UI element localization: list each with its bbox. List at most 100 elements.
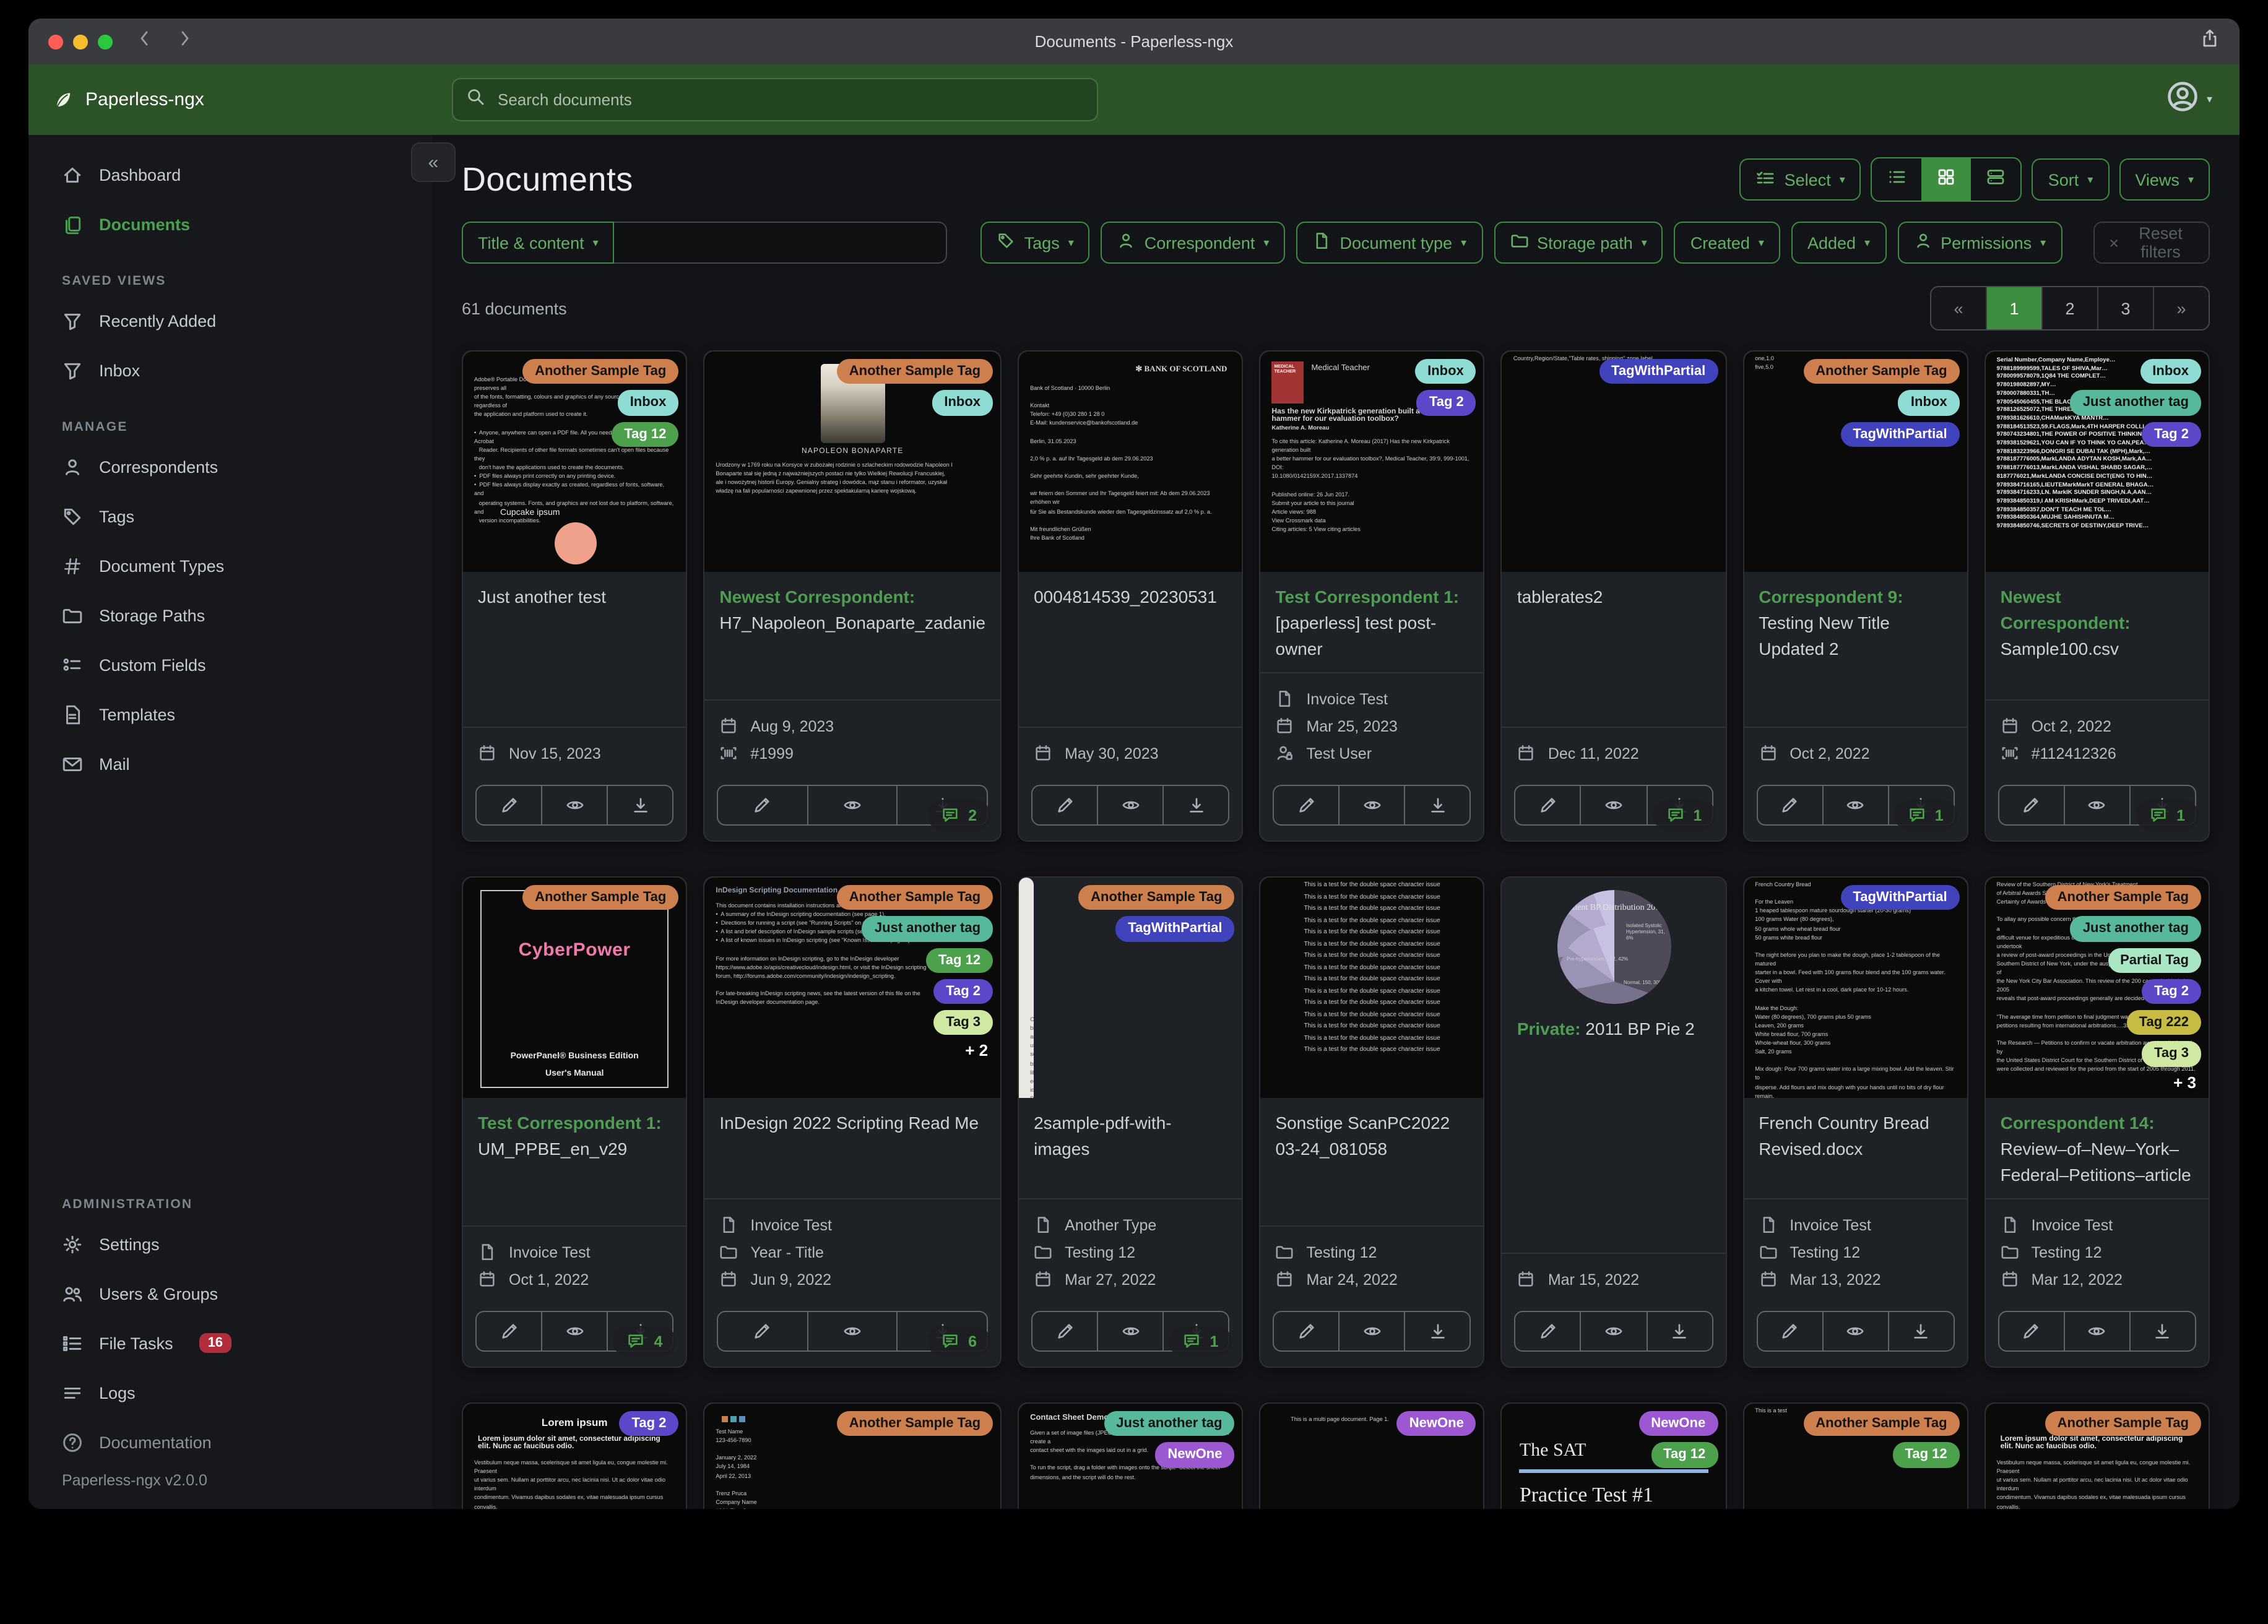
tag-pill-just-another-tag[interactable]: Just another tag: [862, 916, 993, 942]
edit-button[interactable]: [1997, 1311, 2065, 1352]
sidebar-item-inbox[interactable]: Inbox: [28, 345, 432, 395]
comment-count-badge[interactable]: 1: [1652, 800, 1716, 831]
sidebar-item-recently-added[interactable]: Recently Added: [28, 296, 432, 345]
document-thumbnail[interactable]: ✻ BANK OF SCOTLAND Bank of Scotland · 100…: [1019, 352, 1242, 572]
sidebar-collapse-button[interactable]: «: [411, 142, 456, 182]
tag-pill-partial-tag[interactable]: Partial Tag: [2108, 948, 2201, 973]
tag-pill-tag-2[interactable]: Tag 2: [2142, 421, 2201, 447]
download-button[interactable]: [1647, 1311, 1713, 1352]
preview-button[interactable]: [1340, 1311, 1406, 1352]
comment-count-badge[interactable]: 1: [2136, 800, 2199, 831]
pagination-last[interactable]: »: [2154, 287, 2209, 329]
back-icon[interactable]: [135, 28, 155, 54]
download-button[interactable]: [1164, 785, 1230, 826]
tag-pill-tagwithpartial[interactable]: TagWithPartial: [1599, 359, 1718, 384]
global-search[interactable]: [452, 78, 1098, 121]
tag-pill-tag-2[interactable]: Tag 2: [2142, 978, 2201, 1004]
sidebar-item-document-types[interactable]: Document Types: [28, 541, 432, 590]
document-title[interactable]: tablerates2: [1502, 572, 1725, 727]
tag-pill-inbox[interactable]: Inbox: [2140, 359, 2201, 384]
preview-button[interactable]: [1098, 1311, 1164, 1352]
preview-button[interactable]: [2064, 1311, 2131, 1352]
minimize-window-button[interactable]: [73, 34, 88, 49]
download-button[interactable]: [1405, 785, 1471, 826]
close-window-button[interactable]: [48, 34, 63, 49]
pagination-page-2[interactable]: 2: [2043, 287, 2098, 329]
download-button[interactable]: [2130, 1311, 2196, 1352]
sidebar-item-mail[interactable]: Mail: [28, 739, 432, 788]
document-thumbnail[interactable]: CyberPower PowerPanel® Business Edition Us…: [463, 878, 686, 1098]
sidebar-item-documentation[interactable]: Documentation: [28, 1417, 432, 1467]
tag-pill-just-another-tag[interactable]: Just another tag: [2070, 916, 2201, 942]
sidebar-item-storage-paths[interactable]: Storage Paths: [28, 590, 432, 640]
tag-pill-another-sample-tag[interactable]: Another Sample Tag: [522, 885, 679, 910]
filter-added-button[interactable]: Added ▾: [1791, 222, 1887, 264]
tag-pill-newone[interactable]: NewOne: [1155, 1442, 1235, 1468]
tag-pill-inbox[interactable]: Inbox: [932, 390, 993, 416]
document-thumbnail[interactable]: Patient BP Distribution 2011 Normal, 150,…: [1557, 890, 1671, 1004]
sidebar-item-dashboard[interactable]: Dashboard: [28, 150, 432, 199]
edit-button[interactable]: [1514, 1311, 1582, 1352]
views-button[interactable]: Views ▾: [2119, 158, 2210, 201]
tag-pill-tag-2[interactable]: Tag 2: [619, 1411, 679, 1436]
sidebar-item-users-groups[interactable]: Users & Groups: [28, 1269, 432, 1318]
document-title[interactable]: Sonstige ScanPC2022 03-24_081058: [1260, 1098, 1483, 1225]
tag-pill-another-sample-tag[interactable]: Another Sample Tag: [1803, 359, 1960, 384]
tag-pill-another-sample-tag[interactable]: Another Sample Tag: [836, 885, 993, 910]
edit-button[interactable]: [1273, 1311, 1340, 1352]
document-title[interactable]: Correspondent 9: Testing New Title Updat…: [1744, 572, 1967, 727]
title-content-input[interactable]: [614, 222, 948, 264]
preview-button[interactable]: [808, 1311, 898, 1352]
tag-pill-inbox[interactable]: Inbox: [1415, 359, 1476, 384]
preview-button[interactable]: [1098, 785, 1164, 826]
sidebar-item-documents[interactable]: Documents: [28, 199, 432, 249]
comment-count-badge[interactable]: 6: [927, 1326, 991, 1357]
tag-pill-tag-3[interactable]: Tag 3: [2142, 1041, 2201, 1067]
preview-button[interactable]: [1823, 1311, 1889, 1352]
tag-pill-tag-12[interactable]: Tag 12: [1892, 1442, 1960, 1468]
download-button[interactable]: [1405, 1311, 1471, 1352]
comment-count-badge[interactable]: 1: [1169, 1326, 1232, 1357]
zoom-window-button[interactable]: [98, 34, 113, 49]
tag-pill-another-sample-tag[interactable]: Another Sample Tag: [1803, 1411, 1960, 1436]
tag-pill-newone[interactable]: NewOne: [1638, 1411, 1718, 1436]
pagination-page-3[interactable]: 3: [2098, 287, 2154, 329]
document-title[interactable]: Test Correspondent 1: UM_PPBE_en_v29: [463, 1098, 686, 1225]
document-thumbnail[interactable]: Country,Region/State,"Table rates, shipp…: [1502, 352, 1726, 572]
sidebar-item-logs[interactable]: Logs: [28, 1368, 432, 1417]
tag-pill-just-another-tag[interactable]: Just another tag: [2070, 390, 2201, 416]
document-thumbnail[interactable]: Boundary Waters TripGoogle EarthCurabitu…: [1019, 878, 1034, 1098]
list-view-button[interactable]: [1872, 158, 1922, 201]
tag-pill-tag-12[interactable]: Tag 12: [1651, 1442, 1718, 1468]
filter-created-button[interactable]: Created ▾: [1674, 222, 1780, 264]
tag-pill-another-sample-tag[interactable]: Another Sample Tag: [1078, 885, 1235, 910]
tag-pill-another-sample-tag[interactable]: Another Sample Tag: [522, 359, 679, 384]
preview-button[interactable]: [1823, 785, 1889, 826]
download-button[interactable]: [1889, 1311, 1955, 1352]
edit-button[interactable]: [475, 1311, 543, 1352]
edit-button[interactable]: [1756, 1311, 1824, 1352]
pagination-page-1[interactable]: 1: [1987, 287, 2043, 329]
sidebar-item-custom-fields[interactable]: Custom Fields: [28, 640, 432, 689]
preview-button[interactable]: [542, 785, 608, 826]
document-title[interactable]: Test Correspondent 1: [paperless] test p…: [1260, 572, 1483, 672]
comment-count-badge[interactable]: 4: [613, 1326, 677, 1357]
user-menu[interactable]: ▾: [2167, 80, 2240, 119]
tag-pill-tag-12[interactable]: Tag 12: [612, 421, 679, 447]
sort-button[interactable]: Sort ▾: [2032, 158, 2110, 201]
preview-button[interactable]: [1581, 785, 1648, 826]
tag-pill-another-sample-tag[interactable]: Another Sample Tag: [2045, 885, 2201, 910]
document-title[interactable]: Correspondent 14: Review–of–New–York–Fed…: [1986, 1098, 2209, 1198]
pagination-first[interactable]: «: [1931, 287, 1987, 329]
comment-count-badge[interactable]: 2: [927, 800, 991, 831]
edit-button[interactable]: [1514, 785, 1582, 826]
document-title[interactable]: Newest Correspondent: H7_Napoleon_Bonapa…: [704, 572, 1000, 699]
sidebar-item-tags[interactable]: Tags: [28, 491, 432, 541]
forward-icon[interactable]: [175, 28, 194, 54]
tag-pill-another-sample-tag[interactable]: Another Sample Tag: [836, 1411, 993, 1436]
tag-pill-newone[interactable]: NewOne: [1396, 1411, 1476, 1436]
sidebar-item-file-tasks[interactable]: File Tasks 16: [28, 1318, 432, 1368]
tag-pill-tagwithpartial[interactable]: TagWithPartial: [1840, 421, 1960, 447]
document-thumbnail[interactable]: French Country Bread For the Leaven 1 he…: [1744, 878, 1967, 1098]
filter-tags-button[interactable]: Tags ▾: [980, 222, 1090, 264]
